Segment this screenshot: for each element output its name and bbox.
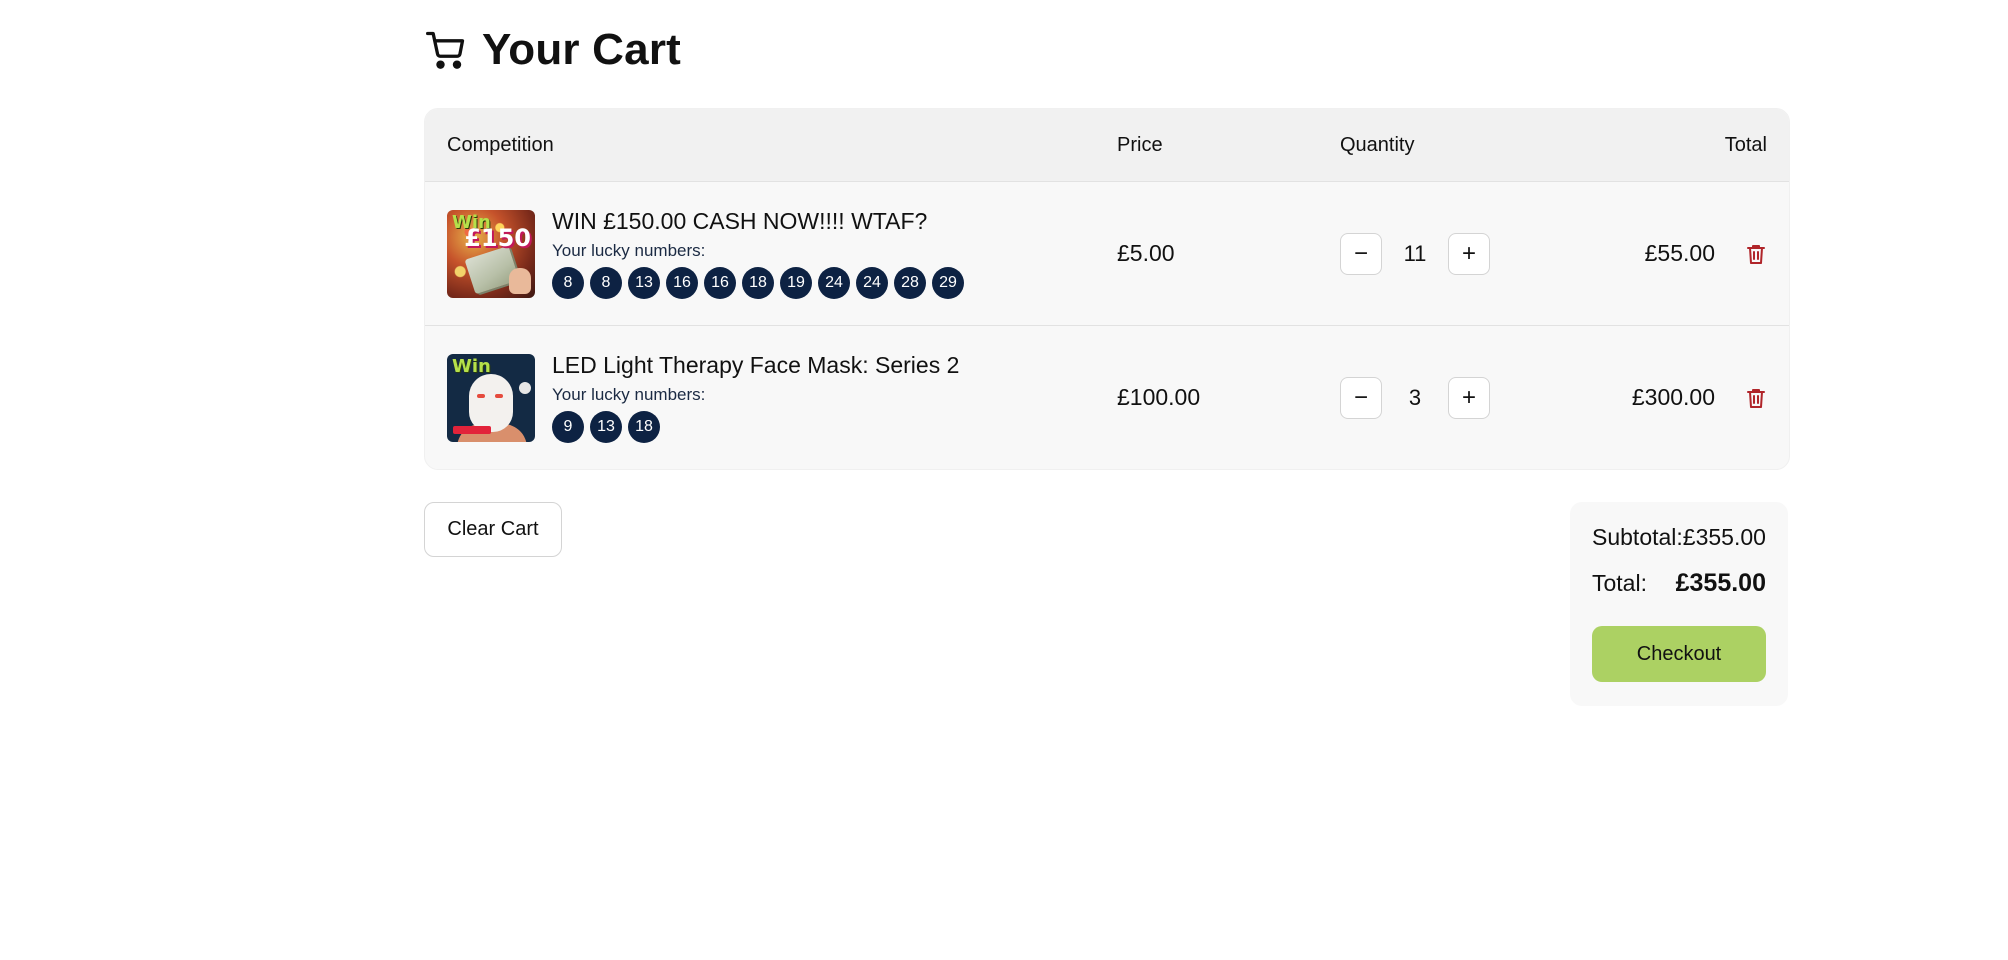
lucky-number-badge: 24 [818, 267, 850, 299]
cart-row: Win £150 WIN £150.00 CASH NOW!!!! WTAF? … [425, 181, 1789, 325]
table-header: Competition Price Quantity Total [425, 109, 1789, 181]
lucky-numbers: 8 8 13 16 16 18 19 24 24 28 29 [552, 267, 964, 299]
header-price: Price [1117, 133, 1163, 156]
competition-info: LED Light Therapy Face Mask: Series 2 Yo… [552, 352, 959, 443]
price-cell: £5.00 [1117, 240, 1175, 266]
subtotal-row: Subtotal: £355.00 [1592, 524, 1766, 551]
cart-icon [424, 26, 472, 74]
led-light-image [519, 381, 531, 394]
lucky-number-badge: 19 [780, 267, 812, 299]
competition-cell: Win LED Light Therapy Face Mask: Series … [425, 352, 1095, 443]
competition-cell: Win £150 WIN £150.00 CASH NOW!!!! WTAF? … [425, 208, 1095, 299]
price-cell: £100.00 [1117, 384, 1201, 410]
plus-icon: + [1461, 383, 1476, 411]
cart-table: Competition Price Quantity Total Win £15… [424, 108, 1790, 470]
line-total-cell: £55.00 [1618, 240, 1789, 267]
price-tag-image [453, 425, 491, 434]
minus-icon: − [1353, 239, 1368, 267]
order-summary: Subtotal: £355.00 Total: £355.00 Checkou… [1570, 502, 1788, 706]
total-value: £355.00 [1675, 569, 1766, 597]
lucky-number-badge: 28 [894, 267, 926, 299]
page-header: Your Cart [424, 0, 1788, 100]
lucky-number-badge: 16 [704, 267, 736, 299]
minus-icon: − [1353, 383, 1368, 411]
competition-thumbnail[interactable]: Win £150 [447, 209, 535, 298]
competition-thumbnail[interactable]: Win [447, 353, 535, 442]
line-total-cell: £300.00 [1618, 384, 1789, 411]
subtotal-value: £355.00 [1682, 524, 1766, 550]
quantity-stepper: − 3 + [1318, 376, 1618, 419]
quantity-stepper: − 11 + [1318, 232, 1618, 275]
header-quantity: Quantity [1340, 133, 1415, 156]
lucky-number-badge: 9 [552, 411, 584, 443]
increase-quantity-button[interactable]: + [1448, 376, 1490, 419]
lucky-number-badge: 18 [628, 411, 660, 443]
header-competition: Competition [447, 133, 554, 156]
checkout-button[interactable]: Checkout [1592, 626, 1766, 682]
thumbnail-win-text: Win [452, 355, 491, 377]
decrease-quantity-button[interactable]: − [1340, 376, 1382, 419]
mask-eye [477, 393, 485, 398]
quantity-value: 11 [1403, 240, 1427, 266]
subtotal-label: Subtotal: [1592, 524, 1683, 550]
page-title: Your Cart [482, 25, 682, 74]
lucky-numbers-label: Your lucky numbers: [552, 241, 706, 260]
lucky-numbers: 9 13 18 [552, 411, 959, 443]
lucky-number-badge: 8 [590, 267, 622, 299]
line-total: £55.00 [1644, 240, 1715, 266]
decrease-quantity-button[interactable]: − [1340, 232, 1382, 275]
competition-name[interactable]: WIN £150.00 CASH NOW!!!! WTAF? [552, 208, 964, 235]
cart-row: Win LED Light Therapy Face Mask: Series … [425, 325, 1789, 469]
total-label: Total: [1592, 570, 1647, 596]
competition-name[interactable]: LED Light Therapy Face Mask: Series 2 [552, 352, 959, 379]
cart-container: Your Cart Competition Price Quantity Tot… [424, 0, 1790, 722]
lucky-number-badge: 18 [742, 267, 774, 299]
lucky-number-badge: 29 [932, 267, 964, 299]
total-row: Total: £355.00 [1592, 569, 1766, 598]
lucky-number-badge: 24 [856, 267, 888, 299]
quantity-value: 3 [1408, 384, 1422, 410]
thumbnail-amount-text: £150 [464, 223, 531, 252]
trash-icon[interactable] [1745, 243, 1767, 265]
cart-page: Your Cart Competition Price Quantity Tot… [0, 0, 2008, 960]
header-total: Total [1724, 133, 1767, 156]
lucky-number-badge: 13 [590, 411, 622, 443]
lucky-number-badge: 13 [628, 267, 660, 299]
increase-quantity-button[interactable]: + [1448, 232, 1490, 275]
lucky-number-badge: 16 [666, 267, 698, 299]
plus-icon: + [1461, 239, 1476, 267]
competition-info: WIN £150.00 CASH NOW!!!! WTAF? Your luck… [552, 208, 964, 299]
hand-image [509, 267, 531, 294]
clear-cart-button[interactable]: Clear Cart [424, 502, 562, 557]
mask-eye [495, 393, 503, 398]
trash-icon[interactable] [1745, 387, 1767, 409]
line-total: £300.00 [1631, 384, 1715, 410]
face-mask-image [469, 373, 513, 432]
lucky-numbers-label: Your lucky numbers: [552, 385, 706, 404]
cart-footer: Clear Cart Subtotal: £355.00 Total: £355… [424, 502, 1788, 722]
lucky-number-badge: 8 [552, 267, 584, 299]
